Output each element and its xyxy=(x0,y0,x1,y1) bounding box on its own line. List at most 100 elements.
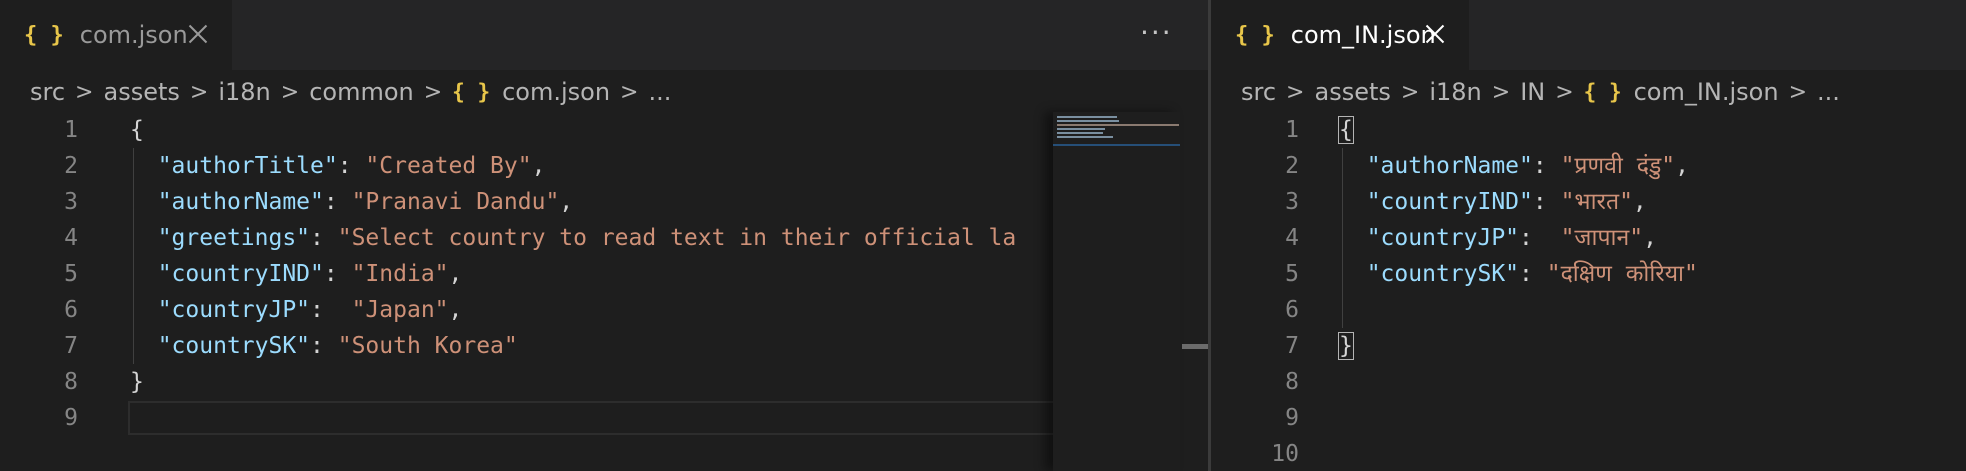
json-bracket: } xyxy=(130,369,144,395)
line-number: 2 xyxy=(64,153,78,179)
scrollbar-thumb[interactable] xyxy=(1182,344,1208,349)
chevron-right-icon: > xyxy=(280,79,300,105)
json-key: "countryJP" xyxy=(1366,225,1520,251)
line-number: 3 xyxy=(64,189,78,215)
chevron-right-icon: > xyxy=(1286,79,1305,105)
code-line: 7} xyxy=(1211,328,1966,364)
json-key: "authorName" xyxy=(1366,153,1533,179)
more-actions-icon[interactable]: ··· xyxy=(1140,16,1173,49)
tab-com-in-json[interactable]: { } com_IN.json xyxy=(1211,0,1469,70)
close-icon[interactable] xyxy=(1423,22,1447,46)
json-bracket: { xyxy=(1338,116,1354,144)
code-text: "authorName": "Pranavi Dandu", xyxy=(130,184,573,220)
code-text: { xyxy=(130,112,144,148)
json-key: "authorTitle" xyxy=(157,153,338,179)
chevron-right-icon: > xyxy=(1400,79,1420,105)
json-colon: : xyxy=(323,261,352,287)
minimap-line xyxy=(1057,128,1105,130)
left-editor-group: { } com.json ··· src > assets > i18n > c… xyxy=(0,0,1208,471)
breadcrumb-item-assets[interactable]: assets xyxy=(103,78,179,106)
code-line: 3 "countryIND": "भारत", xyxy=(1211,184,1966,220)
code-line: 5 "countrySK": "दक्षिण कोरिया" xyxy=(1211,256,1966,292)
minimap-line xyxy=(1057,120,1119,122)
json-string: "Pranavi Dandu" xyxy=(351,189,560,215)
json-colon: : xyxy=(310,297,352,323)
right-tab-bar: { } com_IN.json xyxy=(1211,0,1966,70)
line-number: 6 xyxy=(1285,297,1299,323)
json-comma: , xyxy=(1675,153,1689,179)
minimap-line xyxy=(1057,132,1103,134)
minimap[interactable] xyxy=(1053,112,1180,471)
code-line: 6 "countryJP": "Japan", xyxy=(0,292,1208,328)
json-comma: , xyxy=(1632,189,1647,215)
breadcrumb-item-file[interactable]: com.json xyxy=(502,78,610,106)
code-text: { xyxy=(1338,112,1354,148)
json-string: "South Korea" xyxy=(337,333,518,359)
minimap-line xyxy=(1057,124,1179,126)
code-text: } xyxy=(130,364,144,400)
breadcrumb-item-src[interactable]: src xyxy=(1241,78,1276,106)
code-line: 1{ xyxy=(1211,112,1966,148)
vertical-scrollbar[interactable] xyxy=(1180,112,1208,471)
chevron-right-icon: > xyxy=(189,79,209,105)
code-line: 10 xyxy=(1211,436,1966,471)
close-icon[interactable] xyxy=(186,22,210,46)
json-comma: , xyxy=(448,297,463,323)
chevron-right-icon: > xyxy=(1555,79,1574,105)
json-file-icon: { } xyxy=(1583,80,1622,104)
chevron-right-icon: > xyxy=(620,79,639,105)
code-line: 7 "countrySK": "South Korea" xyxy=(0,328,1208,364)
breadcrumb-item-i18n[interactable]: i18n xyxy=(1429,78,1481,106)
breadcrumb: src > assets > i18n > common > { } com.j… xyxy=(30,74,671,110)
line-number: 1 xyxy=(64,117,78,143)
json-file-icon: { } xyxy=(1235,22,1275,48)
json-key: "authorName" xyxy=(157,189,324,215)
line-number: 1 xyxy=(1285,117,1299,143)
line-number: 8 xyxy=(64,369,78,395)
json-colon: : xyxy=(310,225,338,251)
line-number: 9 xyxy=(1285,405,1299,431)
json-key: "countryJP" xyxy=(157,297,311,323)
line-number: 4 xyxy=(64,225,78,251)
breadcrumb-item-more[interactable]: ... xyxy=(1817,78,1840,106)
code-text: "countryIND": "भारत", xyxy=(1339,184,1647,220)
line-number: 5 xyxy=(1285,261,1299,287)
code-line: 2 "authorName": "प्रणवी दंडु", xyxy=(1211,148,1966,184)
code-text: "authorName": "प्रणवी दंडु", xyxy=(1339,148,1689,184)
code-line: 9 xyxy=(0,400,1208,436)
breadcrumb-item-src[interactable]: src xyxy=(30,78,65,106)
chevron-right-icon: > xyxy=(75,79,94,105)
json-file-icon: { } xyxy=(24,22,64,48)
code-text: "countryIND": "India", xyxy=(130,256,463,292)
chevron-right-icon: > xyxy=(1788,79,1808,105)
breadcrumb-item-i18n[interactable]: i18n xyxy=(218,78,270,106)
json-comma: , xyxy=(1643,225,1657,251)
json-bracket: } xyxy=(1338,332,1354,360)
breadcrumb-item-in[interactable]: IN xyxy=(1520,78,1545,106)
breadcrumb-item-common[interactable]: common xyxy=(309,78,414,106)
code-line: 4 "countryJP": "जापान", xyxy=(1211,220,1966,256)
minimap-viewport xyxy=(1053,144,1180,146)
code-editor-right[interactable]: 1{2 "authorName": "प्रणवी दंडु", 3 "count… xyxy=(1211,112,1966,471)
code-line: 2 "authorTitle": "Created By", xyxy=(0,148,1208,184)
code-line: 1{ xyxy=(0,112,1208,148)
json-string: "Select country to read text in their of… xyxy=(337,225,1017,251)
json-string: "प्रणवी दंडु" xyxy=(1560,153,1676,179)
json-comma: , xyxy=(559,189,574,215)
breadcrumb-item-assets[interactable]: assets xyxy=(1314,78,1390,106)
line-number: 9 xyxy=(64,405,78,431)
left-tab-bar: { } com.json ··· xyxy=(0,0,1208,70)
line-number: 6 xyxy=(64,297,78,323)
breadcrumb: src > assets > i18n > IN > { } com_IN.js… xyxy=(1241,74,1840,110)
breadcrumb-item-more[interactable]: ... xyxy=(648,78,671,106)
breadcrumb-item-file[interactable]: com_IN.json xyxy=(1634,78,1779,106)
tab-com-json[interactable]: { } com.json xyxy=(0,0,232,70)
code-editor-left[interactable]: 1{2 "authorTitle": "Created By", 3 "autho… xyxy=(0,112,1208,471)
code-line: 8} xyxy=(0,364,1208,400)
json-colon: : xyxy=(1519,261,1547,287)
code-line: 5 "countryIND": "India", xyxy=(0,256,1208,292)
minimap-line xyxy=(1057,116,1117,118)
line-number: 8 xyxy=(1285,369,1299,395)
json-colon: : xyxy=(1532,189,1561,215)
code-text: "countrySK": "दक्षिण कोरिया" xyxy=(1339,256,1698,292)
